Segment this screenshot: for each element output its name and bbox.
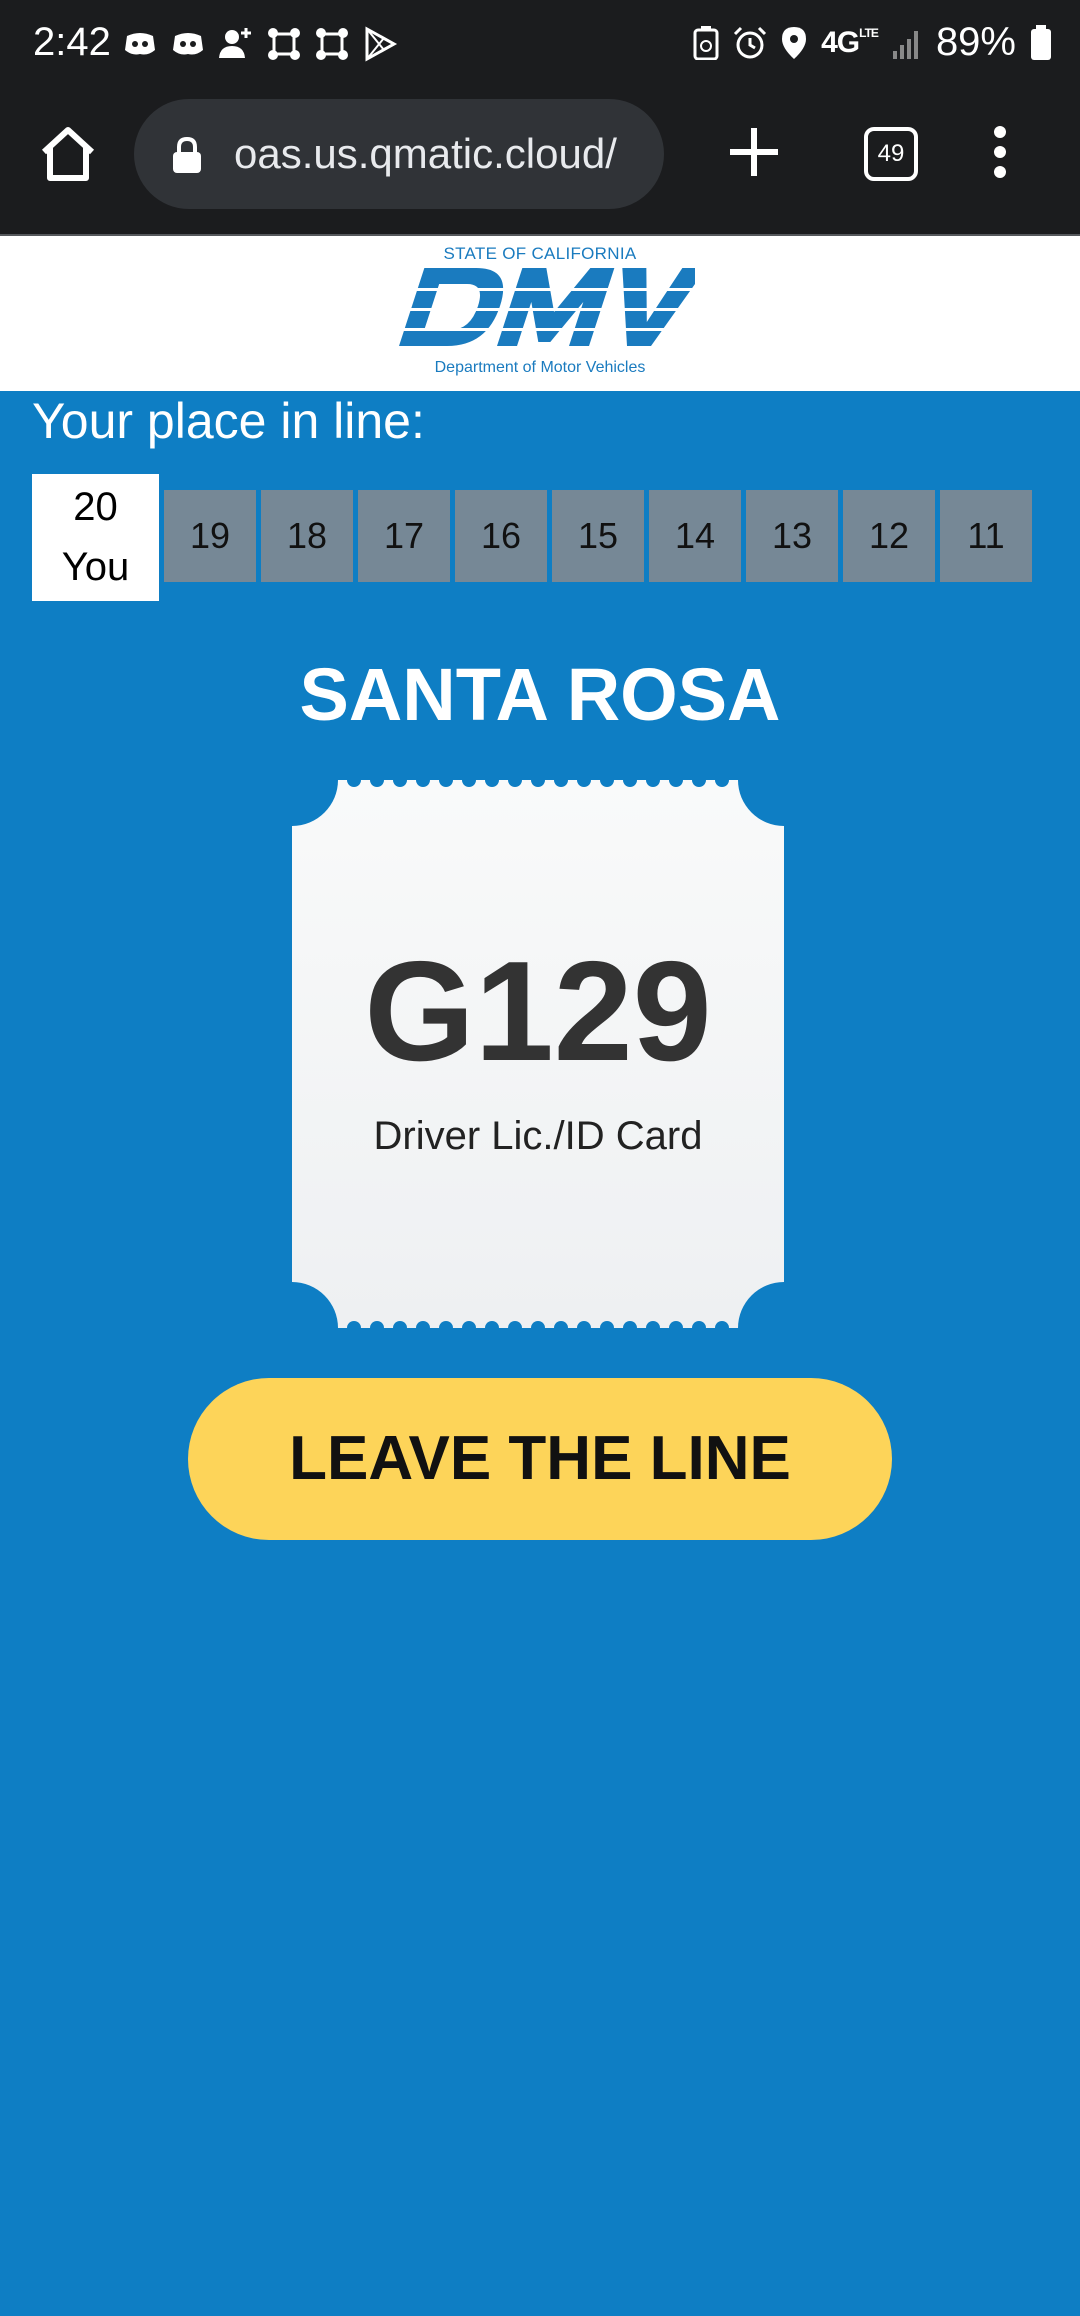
person-add-icon (219, 28, 251, 58)
queue-positions: 19 18 17 16 15 14 13 12 11 (164, 490, 1032, 582)
url-text[interactable]: /oas.us.qmatic.cloud (234, 99, 644, 209)
discord-icon (125, 33, 155, 55)
battery-percent: 89% (935, 20, 1016, 64)
status-time: 2:42 (33, 20, 111, 64)
hub-icon (268, 28, 300, 60)
place-in-line-label: Your place in line: (32, 393, 425, 449)
discord-icon (173, 33, 203, 55)
queue-position: 16 (455, 490, 547, 582)
site-header: STATE OF CALIFORNIA Department of Motor … (0, 236, 1080, 391)
more-icon[interactable] (990, 124, 1010, 180)
alarm-icon (734, 26, 767, 58)
dmv-wordmark (385, 268, 695, 346)
address-bar[interactable]: /oas.us.qmatic.cloud (134, 99, 664, 209)
logo-department-text: Department of Motor Vehicles (434, 359, 646, 376)
tabs-icon[interactable]: 49 (864, 127, 918, 181)
browser-toolbar: /oas.us.qmatic.cloud 49 (0, 94, 1080, 236)
branch-name: SANTA ROSA (299, 653, 781, 736)
logo-state-text: STATE OF CALIFORNIA (443, 244, 637, 263)
ticket-number: G129 (364, 932, 712, 1091)
home-icon[interactable] (36, 122, 100, 186)
queue-position: 15 (552, 490, 644, 582)
queue-position: 18 (261, 490, 353, 582)
leave-line-button[interactable]: LEAVE THE LINE (188, 1378, 892, 1540)
queue-position: 12 (843, 490, 935, 582)
ticket-service: Driver Lic./ID Card (373, 1114, 703, 1158)
network-type: 4GLTE (821, 25, 879, 59)
queue-position: 14 (649, 490, 741, 582)
dmv-logo[interactable]: STATE OF CALIFORNIA Department of Motor … (385, 244, 695, 384)
system-icons: 4GLTE 89% (693, 20, 1052, 65)
signal-icon (892, 30, 918, 59)
your-position-label: You (61, 545, 130, 589)
ticket: G129 Driver Lic./ID Card (292, 780, 784, 1328)
notification-icons (122, 26, 398, 62)
queue-position: 11 (940, 490, 1032, 582)
plus-icon[interactable] (726, 124, 782, 180)
lock-icon[interactable] (172, 137, 202, 173)
location-icon (782, 26, 807, 59)
queue-position: 13 (746, 490, 838, 582)
hub-icon (316, 28, 348, 60)
queue-position: 19 (164, 490, 256, 582)
your-position-number: 20 (73, 485, 118, 529)
play-store-icon (365, 26, 398, 62)
status-bar: 2:42 4GLTE 89% (0, 0, 1080, 94)
battery-saver-icon (693, 25, 719, 60)
your-position: 20 You (32, 474, 159, 601)
battery-icon (1031, 24, 1051, 60)
queue-position: 17 (358, 490, 450, 582)
